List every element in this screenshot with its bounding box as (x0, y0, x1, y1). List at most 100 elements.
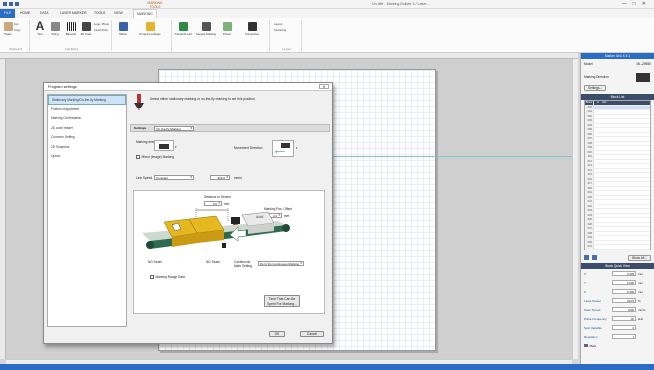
text-button[interactable]: A Text (34, 20, 46, 36)
transfer-icon (178, 22, 188, 31)
connection-button[interactable]: Connection (240, 22, 264, 36)
marking-range-checkbox[interactable] (150, 275, 154, 279)
conveyor-illustration: Distance to Sensor 0.0 mm Marking Pos. O… (133, 190, 325, 314)
nav-marking-confirmation[interactable]: Marking Confirmation (48, 114, 126, 124)
continuous-select[interactable]: Don't Do Continuous Marking (258, 261, 304, 266)
marking-direction-dropdown[interactable]: ▾ (175, 145, 177, 149)
tab-file[interactable]: FILE (0, 9, 15, 18)
quickview-input[interactable]: 1000 (612, 307, 636, 312)
string-button[interactable]: String (48, 22, 62, 36)
mark-checkbox[interactable] (584, 343, 588, 348)
block-number: 011 (585, 155, 594, 159)
block-row[interactable]: 031 (585, 245, 650, 250)
block-tool-icon-2[interactable] (592, 255, 597, 260)
undo-icon[interactable] (9, 2, 13, 6)
nav-2d-snapshot[interactable]: 2D Snapshot (48, 143, 126, 153)
quickview-input[interactable]: 0.000 (612, 271, 636, 276)
block-number: 002 (585, 114, 594, 118)
program-settings-button[interactable]: Program settings (134, 22, 166, 36)
matrix-button[interactable]: Matrix (116, 22, 130, 36)
quickview-input[interactable]: 0 (612, 325, 636, 330)
hint-text: Select either stationary marking or on-t… (150, 97, 256, 101)
quickview-row: X 0.000 mm (581, 269, 654, 278)
block-col-header: Block (585, 101, 594, 105)
movement-direction-dropdown[interactable]: ▾ (296, 146, 298, 150)
block-number: 025 (585, 218, 594, 222)
quickview-unit: kHz (638, 316, 644, 321)
cut-button[interactable]: Cut (14, 22, 28, 26)
laser-marker-icon (134, 94, 144, 110)
nav-stationary-marking[interactable]: Stationary Marking/On-the-fly Marking (48, 95, 126, 105)
cancel-button[interactable]: Cancel (300, 331, 324, 337)
paste-button[interactable]: Paste (3, 22, 13, 36)
block-number: 023 (585, 209, 594, 213)
matrix-icon (118, 22, 128, 31)
barcode-button[interactable]: Barcode (64, 22, 78, 36)
nav-2d-code-reader[interactable]: 2D code reader (48, 124, 126, 134)
logo-photo-button[interactable]: Logo, Photo (94, 22, 111, 26)
block-number: 015 (585, 173, 594, 177)
print-head-icon-2 (281, 143, 290, 148)
block-number: 014 (585, 168, 594, 172)
marking-direction-picker[interactable] (154, 140, 174, 151)
quickview-input[interactable]: 100.0 (612, 298, 636, 303)
quickview-unit: mm (638, 271, 643, 276)
redo-icon[interactable] (15, 2, 19, 6)
tab-marking[interactable]: MARKING (133, 9, 157, 18)
line-speed-input[interactable]: 300.0 (210, 175, 230, 180)
marking-range-option[interactable]: Marking Range Data (150, 275, 185, 279)
block-number: 008 (585, 141, 594, 145)
dialog-title-bar: Program settings ✕ (44, 83, 332, 91)
continuous-label: Continuous Mark Setting (234, 260, 252, 268)
quickview-label: Pulse Frequency (584, 316, 607, 321)
block-tool-icon[interactable] (584, 255, 589, 260)
sample-marking-button[interactable]: Sample Marking (194, 22, 218, 36)
centering-button[interactable]: Centering (274, 28, 300, 32)
fixed-point-button[interactable]: Fixed Point (94, 28, 111, 32)
tab-home[interactable]: HOME (20, 11, 30, 15)
quickview-input[interactable]: 1 (612, 334, 636, 339)
sample-marking-icon (201, 22, 211, 31)
2d-code-button[interactable]: 2D Code (80, 22, 92, 36)
ok-button[interactable]: OK (269, 331, 285, 337)
movement-direction-picker[interactable]: ⟵ (272, 140, 294, 157)
layout-button[interactable]: Layout (274, 22, 300, 26)
block-number: 010 (585, 150, 594, 154)
block-list[interactable]: Block A Abc 000 001 002 003 004 005 006 007 008 0… (584, 100, 651, 250)
block-all-button[interactable]: Block All... (628, 254, 651, 261)
tab-tools[interactable]: TOOLS (94, 11, 105, 15)
settings-button[interactable]: Settings... (584, 85, 607, 91)
mirror-option[interactable]: Mirror (Image) Marking (136, 155, 174, 159)
close-button[interactable]: ✕ (642, 1, 646, 7)
maximize-button[interactable]: □ (633, 1, 636, 7)
vertical-scrollbar[interactable] (572, 59, 578, 359)
block-number: 004 (585, 123, 594, 127)
copy-button[interactable]: Copy (14, 28, 28, 32)
settings-mode-select[interactable]: On-the-fly Marking (154, 125, 195, 131)
dialog-close-button[interactable]: ✕ (319, 84, 329, 89)
line-speed-mode-select[interactable]: Constant (154, 175, 194, 180)
tab-laser-marker[interactable]: LASER MARKER (60, 11, 87, 15)
transfer-load-button[interactable]: Transfer/Load (174, 22, 192, 36)
quickview-label: Spot Variable (584, 325, 602, 330)
block-col-abc: Abc (602, 101, 607, 104)
block-number: 028 (585, 231, 594, 235)
block-number: 021 (585, 200, 594, 204)
monitor-icon (247, 22, 257, 31)
nav-common-setting[interactable]: Common Setting (48, 133, 126, 143)
nav-option[interactable]: Option (48, 152, 126, 162)
settings-bar: Settings On-the-fly Marking (130, 124, 330, 132)
quickview-input[interactable]: 0.000 (612, 289, 636, 294)
tab-data[interactable]: DATA (40, 11, 49, 15)
save-icon[interactable] (3, 2, 7, 6)
mirror-checkbox[interactable] (136, 155, 140, 159)
tab-view[interactable]: VIEW (114, 11, 123, 15)
quickview-input[interactable]: 40 (612, 316, 636, 321)
printer-button[interactable]: Printer (220, 22, 234, 36)
minimize-button[interactable]: — (622, 1, 627, 7)
time-for-marking-button[interactable]: Time That Can Be Spent For Marking... (264, 295, 300, 307)
quickview-input[interactable]: 0.000 (612, 280, 636, 285)
arrow-left-icon: ⟵ (275, 149, 286, 156)
quick-access-toolbar[interactable] (3, 2, 19, 6)
nav-position-adjustment[interactable]: Position Adjustment (48, 105, 126, 115)
